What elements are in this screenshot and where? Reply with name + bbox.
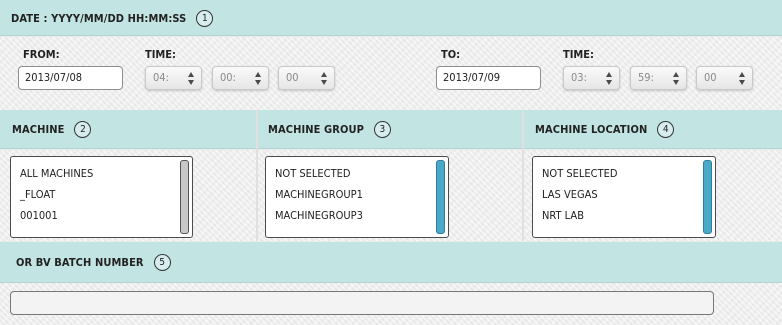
spinner-arrows-icon[interactable] bbox=[188, 72, 195, 85]
machine-header: MACHINE 2 bbox=[12, 110, 92, 149]
machine-location-listbox[interactable]: NOT SELECTED LAS VEGAS NRT LAB bbox=[532, 156, 716, 238]
list-item[interactable]: NOT SELECTED bbox=[275, 167, 351, 180]
to-time-label: TIME: bbox=[563, 48, 595, 61]
machine-location-title: MACHINE LOCATION bbox=[535, 123, 648, 136]
from-minute-value: 00: bbox=[220, 71, 236, 84]
spinner-arrows-icon[interactable] bbox=[321, 72, 328, 85]
to-hour-value: 03: bbox=[571, 71, 587, 84]
machine-group-listbox[interactable]: NOT SELECTED MACHINEGROUP1 MACHINEGROUP3 bbox=[265, 156, 449, 238]
batch-title: OR BV BATCH NUMBER bbox=[16, 256, 144, 269]
from-second-spinner[interactable]: 00 bbox=[278, 66, 335, 90]
to-second-spinner[interactable]: 00 bbox=[696, 66, 753, 90]
step-badge-4: 4 bbox=[657, 121, 675, 138]
spinner-arrows-icon[interactable] bbox=[255, 72, 262, 85]
step-badge-5: 5 bbox=[153, 254, 171, 271]
spinner-arrows-icon[interactable] bbox=[739, 72, 746, 85]
spinner-arrows-icon[interactable] bbox=[673, 72, 680, 85]
list-item[interactable]: _FLOAT bbox=[20, 188, 55, 201]
from-time-label: TIME: bbox=[145, 48, 177, 61]
from-minute-spinner[interactable]: 00: bbox=[212, 66, 269, 90]
list-item[interactable]: 001001 bbox=[20, 209, 58, 222]
to-second-value: 00 bbox=[704, 71, 717, 84]
list-item[interactable]: NOT SELECTED bbox=[542, 167, 618, 180]
to-minute-value: 59: bbox=[638, 71, 654, 84]
list-item[interactable]: MACHINEGROUP1 bbox=[275, 188, 363, 201]
date-panel: FROM: 2013/07/08 TIME: 04: 00: 00 TO: 20… bbox=[0, 37, 782, 110]
machine-location-header: MACHINE LOCATION 4 bbox=[535, 110, 675, 149]
to-label: TO: bbox=[441, 48, 461, 61]
batch-header-content: OR BV BATCH NUMBER 5 bbox=[16, 242, 171, 283]
list-item[interactable]: LAS VEGAS bbox=[542, 188, 598, 201]
to-minute-spinner[interactable]: 59: bbox=[630, 66, 687, 90]
scrollbar[interactable] bbox=[703, 160, 712, 234]
list-item[interactable]: MACHINEGROUP3 bbox=[275, 209, 363, 222]
from-hour-value: 04: bbox=[153, 71, 169, 84]
machine-group-title: MACHINE GROUP bbox=[268, 123, 364, 136]
machine-listbox[interactable]: ALL MACHINES _FLOAT 001001 bbox=[10, 156, 193, 238]
step-badge-2: 2 bbox=[74, 121, 92, 138]
from-label: FROM: bbox=[23, 48, 60, 61]
date-header: DATE : YYYY/MM/DD HH:MM:SS 1 bbox=[0, 0, 782, 36]
list-item[interactable]: ALL MACHINES bbox=[20, 167, 93, 180]
to-hour-spinner[interactable]: 03: bbox=[563, 66, 620, 90]
scrollbar[interactable] bbox=[180, 160, 189, 234]
step-badge-3: 3 bbox=[373, 121, 391, 138]
from-second-value: 00 bbox=[286, 71, 299, 84]
to-date-field[interactable]: 2013/07/09 bbox=[436, 66, 541, 90]
date-header-content: DATE : YYYY/MM/DD HH:MM:SS 1 bbox=[11, 0, 214, 36]
step-badge-1: 1 bbox=[196, 9, 214, 27]
machine-title: MACHINE bbox=[12, 123, 65, 136]
spinner-arrows-icon[interactable] bbox=[606, 72, 613, 85]
from-date-field[interactable]: 2013/07/08 bbox=[18, 66, 123, 90]
scrollbar[interactable] bbox=[436, 160, 445, 234]
machine-group-header: MACHINE GROUP 3 bbox=[268, 110, 391, 149]
batch-header: OR BV BATCH NUMBER 5 bbox=[0, 242, 782, 283]
from-hour-spinner[interactable]: 04: bbox=[145, 66, 202, 90]
batch-number-input[interactable] bbox=[10, 291, 714, 315]
date-section-title: DATE : YYYY/MM/DD HH:MM:SS bbox=[11, 11, 187, 25]
list-item[interactable]: NRT LAB bbox=[542, 209, 584, 222]
